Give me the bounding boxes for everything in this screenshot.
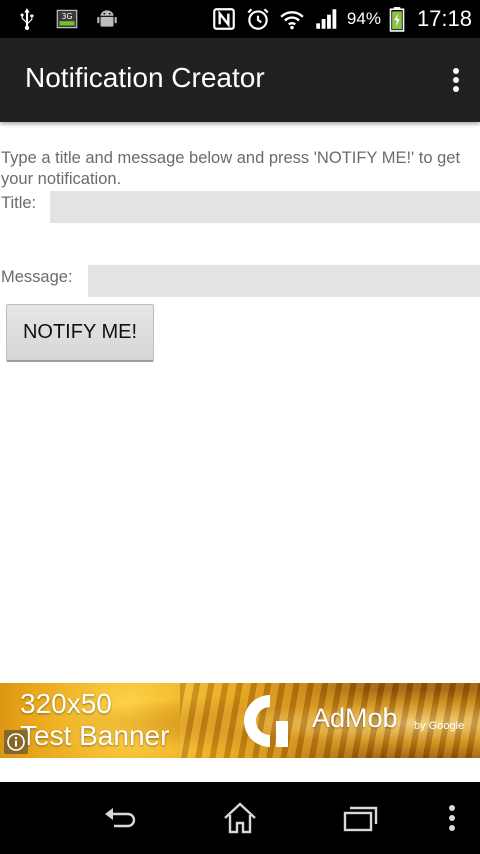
app-title: Notification Creator: [25, 62, 265, 93]
overflow-dot: [453, 68, 459, 74]
navigation-bar: [0, 782, 480, 854]
message-label: Message:: [1, 268, 73, 286]
wifi-icon: [279, 6, 305, 32]
nfc-icon: [211, 6, 237, 32]
ad-banner[interactable]: 320x50 Test Banner AdMob by Google: [0, 683, 480, 758]
message-input[interactable]: [88, 265, 480, 297]
battery-icon: [389, 6, 405, 32]
overflow-dot: [453, 77, 459, 83]
signal-icon: [313, 6, 339, 32]
ad-test-text: Test Banner: [20, 720, 170, 751]
status-right-icons: 94% 17:18: [211, 5, 472, 33]
overflow-dot: [453, 86, 459, 92]
admob-logo-icon: [240, 691, 300, 751]
android-icon: [94, 6, 120, 32]
action-bar: Notification Creator: [0, 38, 480, 122]
home-icon[interactable]: [220, 800, 260, 836]
recents-icon[interactable]: [340, 800, 380, 836]
title-label: Title:: [1, 194, 37, 212]
notify-me-button[interactable]: NOTIFY ME!: [6, 304, 154, 362]
overflow-menu-icon[interactable]: [446, 62, 466, 98]
back-icon[interactable]: [100, 800, 140, 836]
admob-brand: AdMob: [312, 703, 398, 733]
admob-by-google: by Google: [414, 720, 465, 732]
status-bar: 3G 94% 17:18: [0, 0, 480, 38]
ad-size-text: 320x50: [20, 688, 112, 719]
battery-percent: 94%: [346, 9, 381, 28]
usb-icon: [14, 6, 40, 32]
alarm-icon: [245, 6, 271, 32]
3g-icon: 3G: [54, 6, 80, 32]
status-left-icons: 3G: [14, 5, 120, 33]
title-input[interactable]: [50, 191, 480, 223]
instructions-text: Type a title and message below and press…: [1, 149, 461, 188]
svg-text:3G: 3G: [62, 12, 73, 21]
info-icon[interactable]: [4, 730, 28, 754]
menu-icon[interactable]: [442, 800, 462, 836]
clock: 17:18: [416, 6, 472, 31]
